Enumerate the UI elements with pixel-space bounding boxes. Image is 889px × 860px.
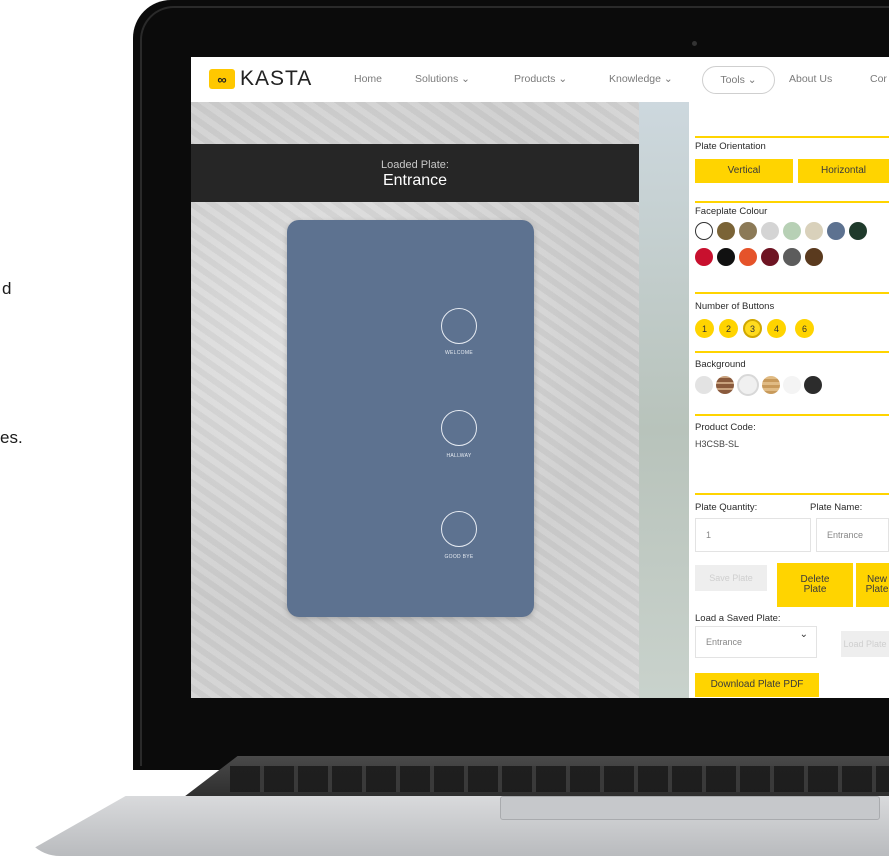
loaded-plate-bar: Loaded Plate: Entrance [191, 144, 639, 202]
section-divider [695, 493, 889, 495]
colour-swatch[interactable] [761, 248, 779, 266]
infinity-icon: ∞ [209, 69, 235, 89]
vertical-button[interactable]: Vertical [695, 159, 793, 183]
page: d es. ∞ KASTA Home Solutions ⌄ Products … [0, 0, 889, 860]
plate-button-circle[interactable] [441, 308, 477, 344]
colour-swatch[interactable] [761, 222, 779, 240]
marketing-text-fragment: es. [0, 428, 23, 447]
plate-quantity-input[interactable]: 1 [695, 518, 811, 552]
button-count-4[interactable]: 4 [767, 319, 786, 338]
colour-swatch[interactable] [783, 222, 801, 240]
plate-button-circle[interactable] [441, 511, 477, 547]
saved-plate-value: Entrance [706, 637, 743, 647]
colour-swatch[interactable] [717, 248, 735, 266]
nav-solutions[interactable]: Solutions ⌄ [415, 73, 470, 85]
section-divider [695, 351, 889, 353]
plate-name-title: Plate Name: [810, 502, 863, 513]
nav-home[interactable]: Home [354, 73, 382, 85]
background-swatch-wood[interactable] [762, 376, 780, 394]
background-swatch-marble-selected[interactable] [737, 374, 759, 396]
laptop-base [0, 756, 889, 860]
colour-swatch[interactable] [717, 222, 735, 240]
colour-swatch[interactable] [827, 222, 845, 240]
button-count-2[interactable]: 2 [719, 319, 738, 338]
background-title: Background [695, 359, 746, 370]
button-count-1[interactable]: 1 [695, 319, 714, 338]
load-title: Load a Saved Plate: [695, 613, 781, 624]
button-count-3[interactable]: 3 [743, 319, 762, 338]
nav-tools[interactable]: Tools ⌄ [702, 66, 775, 94]
plate-button-circle[interactable] [441, 410, 477, 446]
background-swatch-concrete[interactable] [695, 376, 713, 394]
plate-button-label: GOOD BYE [444, 554, 474, 560]
plate-button-label: HALLWAY [446, 453, 472, 459]
section-divider [695, 292, 889, 294]
plate-preview-area: Loaded Plate: Entrance WELCOME HALLWAY G… [191, 102, 639, 698]
top-nav: ∞ KASTA Home Solutions ⌄ Products ⌄ Know… [191, 57, 889, 102]
product-code-title: Product Code: [695, 422, 756, 433]
colour-swatch[interactable] [695, 248, 713, 266]
quantity-title: Plate Quantity: [695, 502, 758, 513]
colour-title: Faceplate Colour [695, 206, 768, 217]
background-swatch-white[interactable] [783, 376, 801, 394]
section-divider [695, 201, 889, 203]
colour-swatch[interactable] [805, 222, 823, 240]
section-divider [695, 414, 889, 416]
logo-text: KASTA [240, 67, 313, 90]
colour-swatch[interactable] [849, 222, 867, 240]
section-divider [695, 136, 889, 138]
horizontal-button[interactable]: Horizontal [798, 159, 889, 183]
background-swatch-dark[interactable] [804, 376, 822, 394]
product-code-value: H3CSB-SL [695, 439, 740, 449]
kasta-logo[interactable]: ∞ KASTA [209, 67, 312, 91]
laptop-screen: ∞ KASTA Home Solutions ⌄ Products ⌄ Know… [191, 57, 889, 698]
loaded-plate-name: Entrance [382, 172, 448, 189]
button-count-6[interactable]: 6 [795, 319, 814, 338]
camera-icon [692, 41, 697, 46]
nav-about-us[interactable]: About Us [789, 73, 832, 85]
switch-plate: WELCOME HALLWAY GOOD BYE [287, 220, 534, 617]
colour-swatch[interactable] [739, 222, 757, 240]
saved-plate-select[interactable]: Entrance ⌄ [695, 626, 817, 658]
chevron-down-icon: ⌄ [799, 629, 808, 640]
colour-swatch[interactable] [783, 248, 801, 266]
save-plate-button[interactable]: Save Plate [695, 565, 767, 591]
trackpad [500, 796, 880, 820]
colour-swatch[interactable] [739, 248, 757, 266]
background-swatch-brick[interactable] [716, 376, 734, 394]
plate-button-label: WELCOME [445, 350, 473, 356]
loaded-plate-label: Loaded Plate: [381, 159, 449, 171]
plate-name-input[interactable]: Entrance [816, 518, 889, 552]
download-pdf-button[interactable]: Download Plate PDF [695, 673, 819, 697]
new-plate-button[interactable]: New Plate [856, 563, 889, 607]
marketing-text-fragment: d [2, 279, 12, 298]
nav-knowledge[interactable]: Knowledge ⌄ [609, 73, 673, 85]
keyboard [230, 766, 889, 792]
orientation-title: Plate Orientation [695, 141, 766, 152]
buttons-title: Number of Buttons [695, 301, 775, 312]
configurator-panel: Plate Orientation Vertical Horizontal Fa… [689, 102, 889, 698]
nav-products[interactable]: Products ⌄ [514, 73, 567, 85]
load-plate-button[interactable]: Load Plate [841, 631, 889, 657]
delete-plate-button[interactable]: Delete Plate [777, 563, 853, 607]
colour-swatch[interactable] [695, 222, 713, 240]
nav-contact[interactable]: Cor [870, 73, 887, 85]
background-blur [639, 102, 689, 698]
colour-swatch[interactable] [805, 248, 823, 266]
